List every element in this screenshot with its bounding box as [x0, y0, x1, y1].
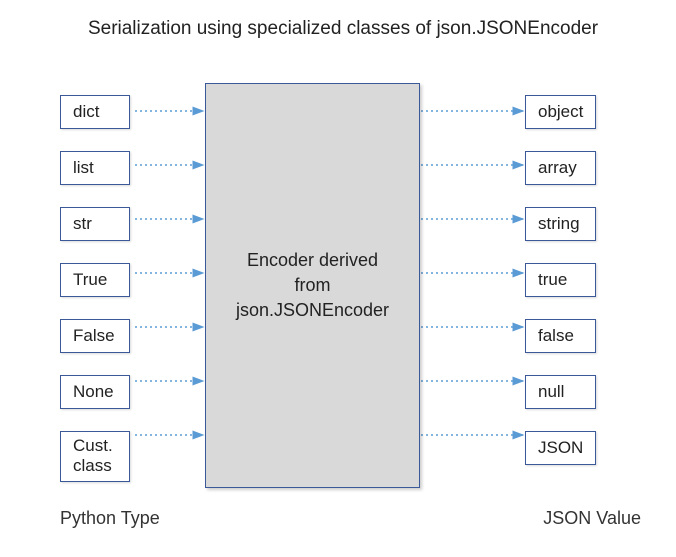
python-type-custclass: Cust. class — [60, 431, 130, 482]
python-type-footer: Python Type — [60, 508, 160, 529]
encoder-line2: from — [294, 275, 330, 295]
json-value-array: array — [525, 151, 596, 185]
diagram-title: Serialization using specialized classes … — [60, 18, 626, 40]
python-type-none: None — [60, 375, 130, 409]
json-value-false: false — [525, 319, 596, 353]
json-value-footer: JSON Value — [543, 508, 641, 529]
json-values-column: object array string true false null JSON — [525, 95, 596, 487]
python-type-false: False — [60, 319, 130, 353]
python-type-dict: dict — [60, 95, 130, 129]
custclass-line1: Cust. — [73, 436, 113, 455]
python-type-str: str — [60, 207, 130, 241]
encoder-line1: Encoder derived — [247, 250, 378, 270]
json-value-true: true — [525, 263, 596, 297]
encoder-line3: json.JSONEncoder — [236, 300, 389, 320]
python-type-list: list — [60, 151, 130, 185]
custclass-line2: class — [73, 456, 112, 475]
json-value-string: string — [525, 207, 596, 241]
python-type-true: True — [60, 263, 130, 297]
json-value-null: null — [525, 375, 596, 409]
encoder-text: Encoder derived from json.JSONEncoder — [236, 248, 389, 324]
python-types-column: dict list str True False None Cust. clas… — [60, 95, 130, 504]
encoder-box: Encoder derived from json.JSONEncoder — [205, 83, 420, 488]
json-value-json: JSON — [525, 431, 596, 465]
json-value-object: object — [525, 95, 596, 129]
